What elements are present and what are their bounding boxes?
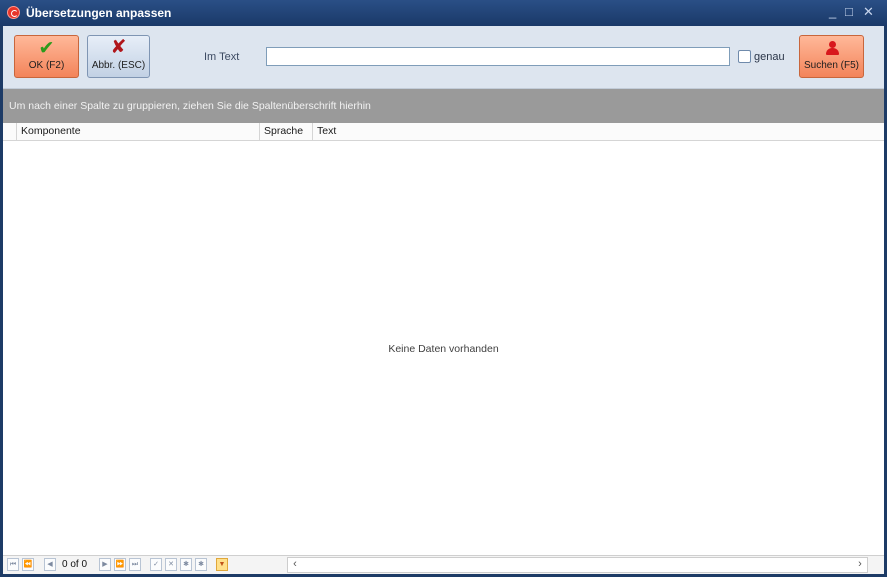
- ok-button[interactable]: ✔ OK (F2): [14, 35, 79, 78]
- grid-body[interactable]: Keine Daten vorhanden: [3, 141, 884, 555]
- grid-header: Komponente Sprache Text: [3, 123, 884, 141]
- group-by-panel[interactable]: Um nach einer Spalte zu gruppieren, zieh…: [3, 89, 884, 123]
- search-button-label: Suchen (F5): [803, 60, 860, 71]
- genau-checkbox[interactable]: [738, 50, 751, 63]
- append-record-icon[interactable]: ✱: [180, 558, 192, 571]
- last-page-icon[interactable]: ⏭: [129, 558, 141, 571]
- column-header-text[interactable]: Text: [313, 123, 884, 141]
- search-button[interactable]: Suchen (F5): [799, 35, 864, 78]
- person-icon: [826, 41, 839, 55]
- scroll-left-icon[interactable]: ‹: [288, 558, 302, 572]
- cancel-x-icon: ✘: [110, 37, 127, 58]
- filter-icon[interactable]: ▼: [216, 558, 228, 571]
- cancel-edit-icon[interactable]: ✕: [165, 558, 177, 571]
- empty-message: Keine Daten vorhanden: [388, 343, 499, 355]
- im-text-input[interactable]: [266, 47, 730, 66]
- maximize-icon[interactable]: □: [845, 4, 853, 20]
- close-icon[interactable]: ✕: [863, 4, 874, 20]
- first-page-icon[interactable]: ⏮: [7, 558, 19, 571]
- previous-record-icon[interactable]: ◀: [44, 558, 56, 571]
- row-indicator-header: [3, 123, 17, 141]
- previous-page-icon[interactable]: ⏪: [22, 558, 34, 571]
- im-text-label: Im Text: [204, 51, 240, 63]
- minimize-icon[interactable]: _: [829, 4, 836, 20]
- window-title: Übersetzungen anpassen: [26, 6, 172, 20]
- next-page-icon[interactable]: ⏩: [114, 558, 126, 571]
- ok-button-label: OK (F2): [28, 60, 65, 71]
- page-info: 0 of 0: [62, 559, 88, 570]
- new-row-icon[interactable]: ✱: [195, 558, 207, 571]
- cancel-button[interactable]: ✘ Abbr. (ESC): [87, 35, 150, 78]
- title-bar[interactable]: Übersetzungen anpassen _ □ ✕: [0, 0, 887, 26]
- checkmark-icon: ✔: [38, 38, 55, 59]
- cancel-button-label: Abbr. (ESC): [91, 60, 146, 71]
- genau-label[interactable]: genau: [754, 51, 785, 63]
- window-content: ✔ OK (F2) ✘ Abbr. (ESC) Im Text genau Su…: [3, 26, 884, 574]
- data-navigator: ⏮ ⏪ ◀ 0 of 0 ▶ ⏩ ⏭ ✓ ✕ ✱ ✱ ▼ ‹ ›: [3, 555, 884, 574]
- horizontal-scrollbar[interactable]: ‹ ›: [287, 557, 868, 573]
- app-logo-icon: [7, 6, 20, 19]
- scroll-right-icon[interactable]: ›: [853, 558, 867, 572]
- toolbar: ✔ OK (F2) ✘ Abbr. (ESC) Im Text genau Su…: [3, 26, 884, 89]
- app-window: Übersetzungen anpassen _ □ ✕ ✔ OK (F2) ✘…: [0, 0, 887, 577]
- column-header-komponente[interactable]: Komponente: [17, 123, 260, 141]
- column-header-sprache[interactable]: Sprache: [260, 123, 313, 141]
- next-record-icon[interactable]: ▶: [99, 558, 111, 571]
- group-by-hint: Um nach einer Spalte zu gruppieren, zieh…: [9, 100, 371, 112]
- accept-edit-icon[interactable]: ✓: [150, 558, 162, 571]
